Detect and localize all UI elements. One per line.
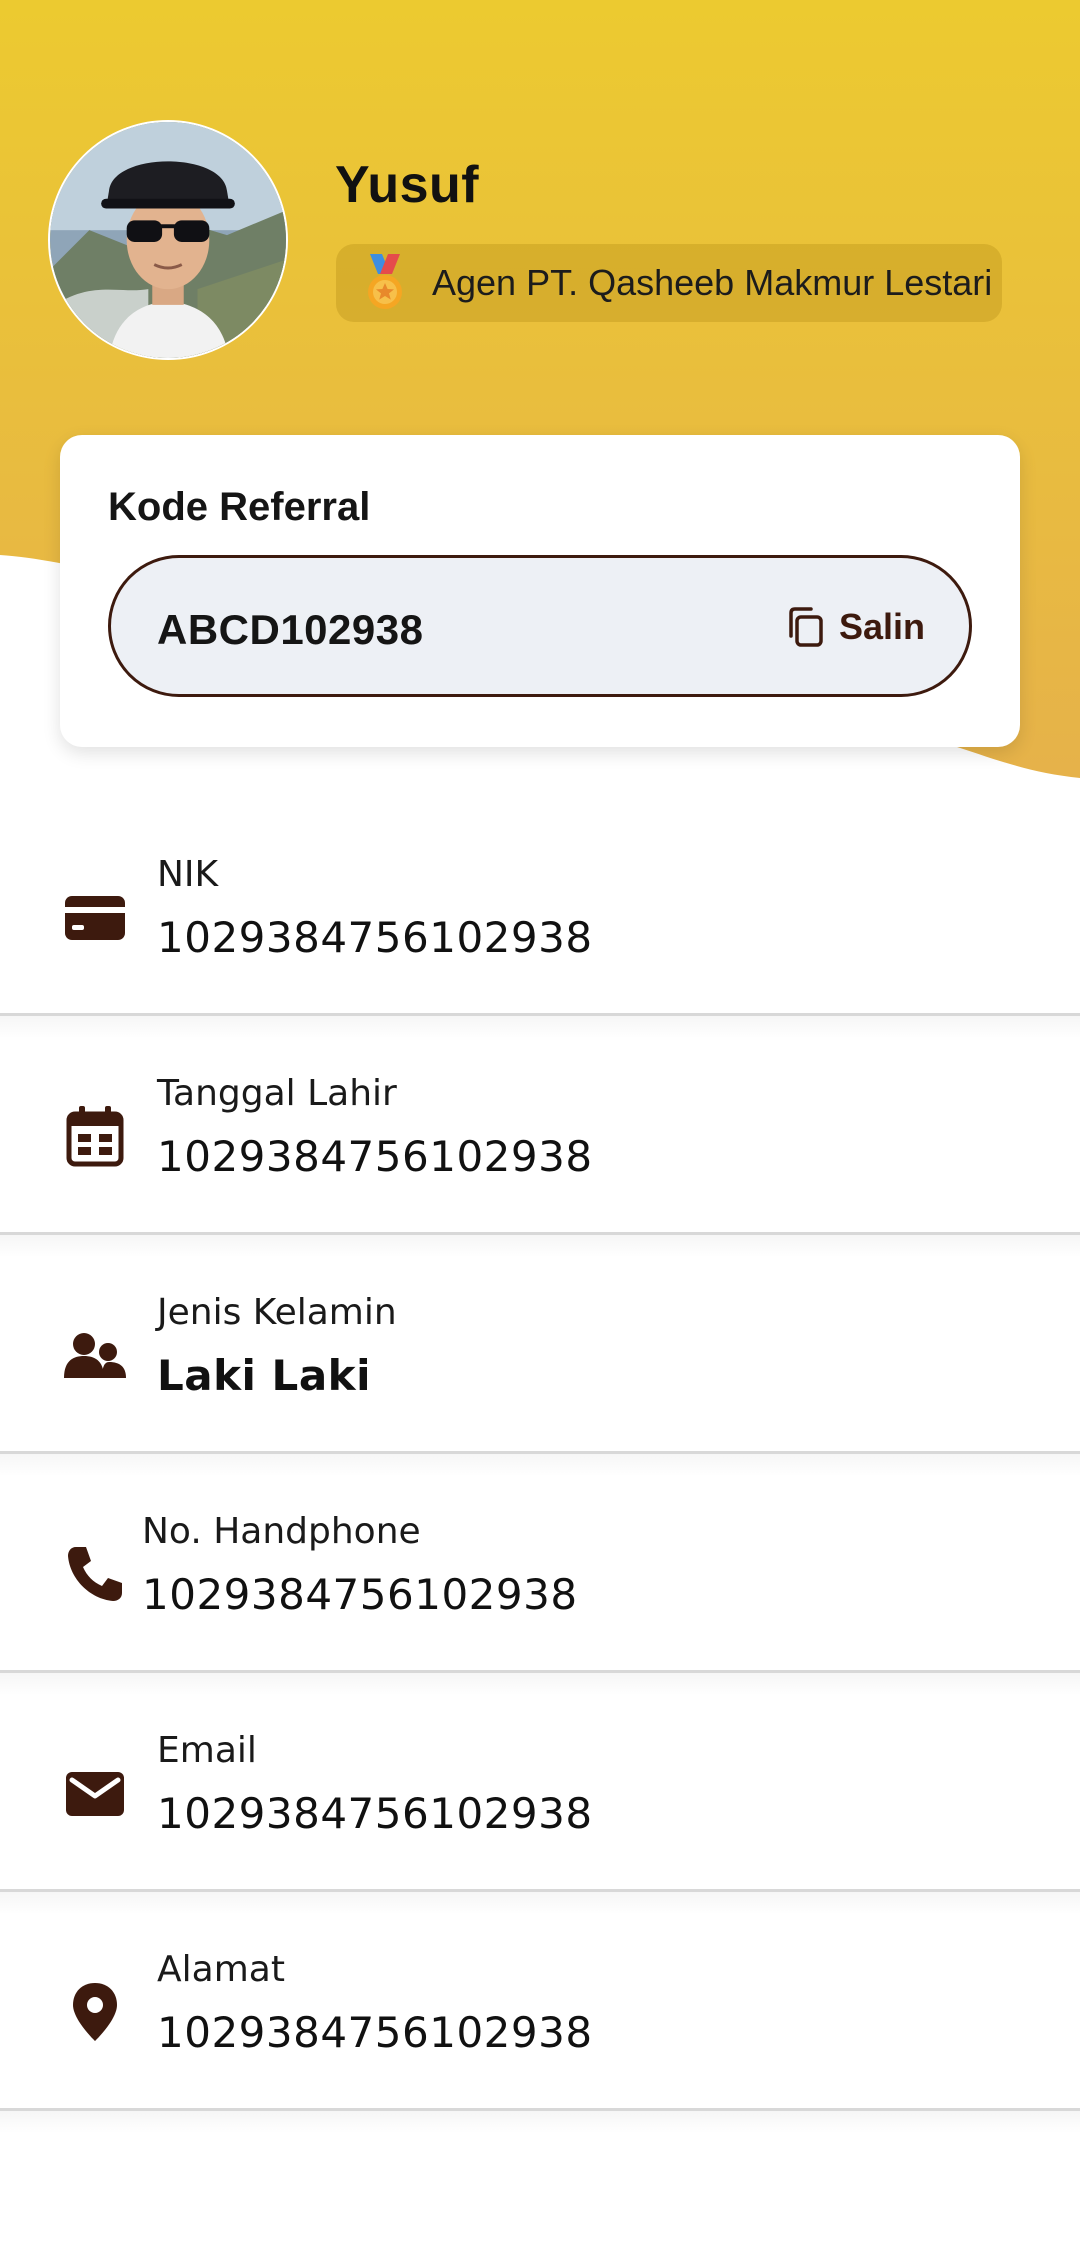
info-item-tanggal-lahir: Tanggal Lahir 1029384756102938 [0,1019,1080,1258]
info-label: Jenis Kelamin [157,1292,397,1333]
referral-code-box: ABCD102938 Salin [108,555,972,697]
info-label: Email [157,1730,257,1771]
profile-photo [50,122,286,358]
role-badge: Agen PT. Qasheeb Makmur Lestari [336,244,1002,322]
info-item-email: Email 1029384756102938 [0,1676,1080,1915]
referral-title: Kode Referral [108,485,371,529]
user-name: Yusuf [335,156,480,214]
copy-button[interactable]: Salin [781,602,925,652]
copy-label: Salin [838,606,925,647]
medal-icon [368,254,402,309]
location-pin-icon [73,1983,117,2041]
info-label: No. Handphone [142,1511,421,1552]
id-card-icon [65,896,125,940]
people-icon [64,1333,126,1378]
info-value: 1029384756102938 [142,1570,578,1619]
calendar-icon [66,1106,124,1167]
mail-icon [66,1772,124,1816]
info-label: Tanggal Lahir [157,1073,397,1114]
info-value: 1029384756102938 [157,1132,593,1181]
info-label: NIK [157,854,219,895]
avatar[interactable] [48,120,288,360]
info-label: Alamat [157,1949,285,1990]
referral-card: Kode Referral ABCD102938 Salin [60,435,1020,747]
phone-icon [68,1547,122,1601]
info-item-nik: NIK 1029384756102938 [0,800,1080,1039]
info-item-alamat: Alamat 1029384756102938 [0,1895,1080,2134]
info-value: Laki Laki [157,1351,371,1400]
info-item-no-handphone: No. Handphone 1029384756102938 [0,1457,1080,1696]
info-value: 1029384756102938 [157,913,593,962]
info-value: 1029384756102938 [157,1789,593,1838]
profile-info-list: NIK 1029384756102938 Tanggal Lahir 10293… [0,800,1080,2134]
referral-code: ABCD102938 [157,606,424,653]
role-text: Agen PT. Qasheeb Makmur Lestari [432,262,993,303]
copy-icon [789,607,823,647]
info-item-jenis-kelamin: Jenis Kelamin Laki Laki [0,1238,1080,1477]
info-value: 1029384756102938 [157,2008,593,2057]
